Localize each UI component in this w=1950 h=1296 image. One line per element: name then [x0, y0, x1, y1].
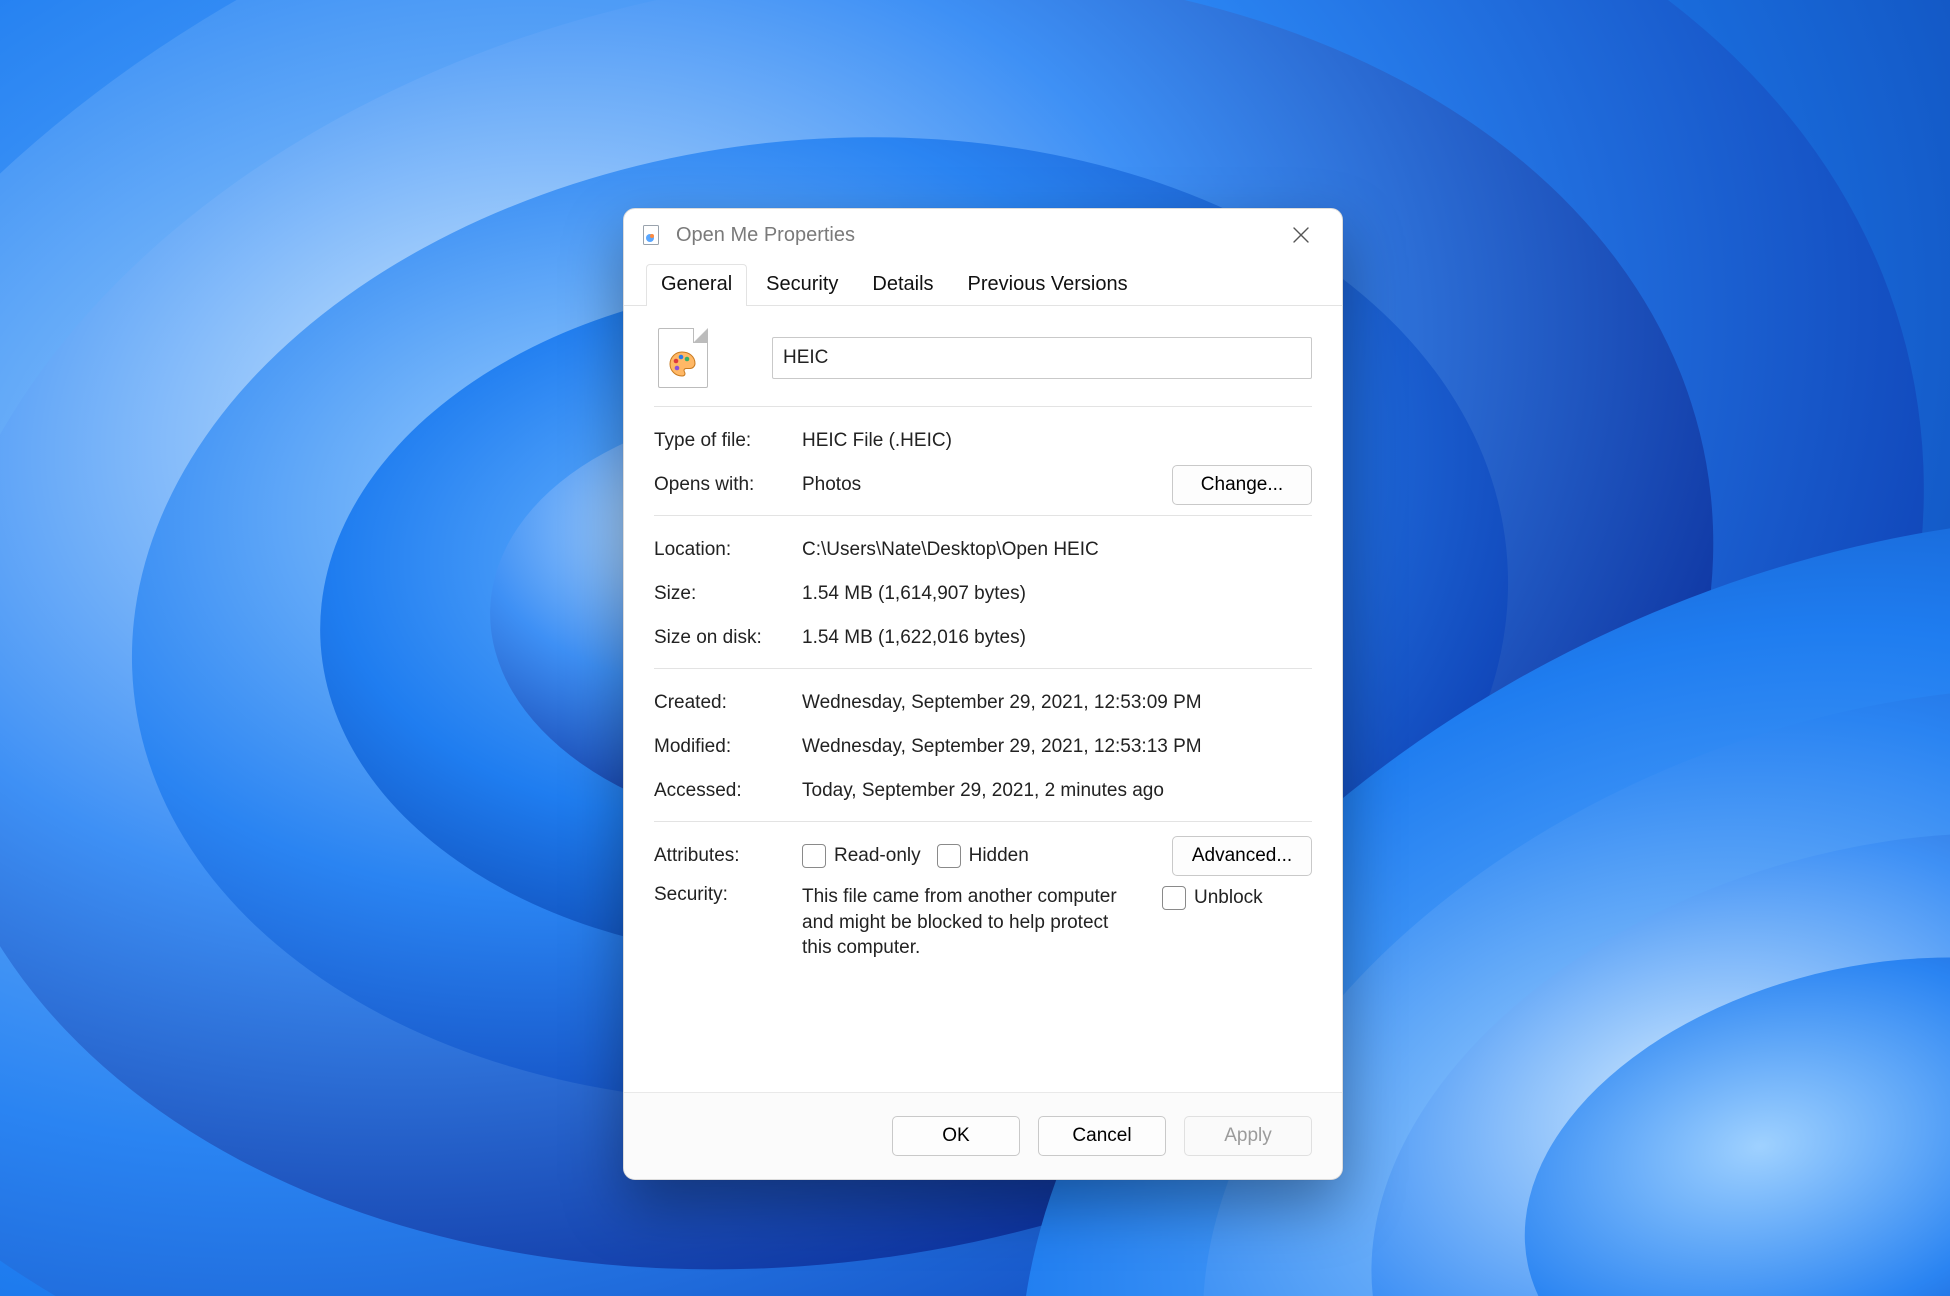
desktop: Open Me Properties General Security Deta…: [0, 0, 1950, 1296]
hidden-checkbox-label: Hidden: [969, 845, 1029, 867]
separator: [654, 406, 1312, 407]
modified-label: Modified:: [654, 736, 802, 758]
separator: [654, 821, 1312, 822]
unblock-checkbox-label: Unblock: [1194, 887, 1263, 909]
dialog-footer: OK Cancel Apply: [624, 1092, 1342, 1179]
readonly-checkbox-label: Read-only: [834, 845, 921, 867]
tab-previous-versions[interactable]: Previous Versions: [953, 264, 1143, 306]
location-label: Location:: [654, 539, 802, 561]
size-on-disk-label: Size on disk:: [654, 627, 802, 649]
size-value: 1.54 MB (1,614,907 bytes): [802, 583, 1312, 605]
created-label: Created:: [654, 692, 802, 714]
tab-security[interactable]: Security: [751, 264, 853, 306]
file-type-icon: [642, 224, 664, 246]
security-value: This file came from another computer and…: [802, 884, 1142, 961]
separator: [654, 515, 1312, 516]
size-label: Size:: [654, 583, 802, 605]
readonly-checkbox[interactable]: Read-only: [802, 844, 921, 868]
apply-button[interactable]: Apply: [1184, 1116, 1312, 1156]
close-icon: [1292, 226, 1310, 244]
type-value: HEIC File (.HEIC): [802, 430, 1312, 452]
unblock-checkbox[interactable]: Unblock: [1162, 886, 1263, 910]
change-button[interactable]: Change...: [1172, 465, 1312, 505]
tab-general[interactable]: General: [646, 264, 747, 306]
file-icon: [658, 328, 708, 388]
type-label: Type of file:: [654, 430, 802, 452]
cancel-button[interactable]: Cancel: [1038, 1116, 1166, 1156]
properties-content: Type of file: HEIC File (.HEIC) Opens wi…: [624, 306, 1342, 1092]
hidden-checkbox[interactable]: Hidden: [937, 844, 1029, 868]
opens-with-label: Opens with:: [654, 474, 802, 496]
location-value: C:\Users\Nate\Desktop\Open HEIC: [802, 539, 1312, 561]
opens-with-value: Photos: [802, 474, 1172, 496]
tabs: General Security Details Previous Versio…: [624, 261, 1342, 306]
filename-input[interactable]: [772, 337, 1312, 379]
titlebar[interactable]: Open Me Properties: [624, 209, 1342, 261]
accessed-label: Accessed:: [654, 780, 802, 802]
paint-palette-icon: [667, 349, 697, 379]
modified-value: Wednesday, September 29, 2021, 12:53:13 …: [802, 736, 1312, 758]
attributes-label: Attributes:: [654, 845, 802, 867]
separator: [654, 668, 1312, 669]
advanced-button[interactable]: Advanced...: [1172, 836, 1312, 876]
properties-dialog: Open Me Properties General Security Deta…: [623, 208, 1343, 1180]
security-label: Security:: [654, 884, 802, 906]
accessed-value: Today, September 29, 2021, 2 minutes ago: [802, 780, 1312, 802]
window-title: Open Me Properties: [676, 224, 855, 247]
tab-details[interactable]: Details: [857, 264, 948, 306]
close-button[interactable]: [1278, 212, 1324, 258]
ok-button[interactable]: OK: [892, 1116, 1020, 1156]
created-value: Wednesday, September 29, 2021, 12:53:09 …: [802, 692, 1312, 714]
size-on-disk-value: 1.54 MB (1,622,016 bytes): [802, 627, 1312, 649]
